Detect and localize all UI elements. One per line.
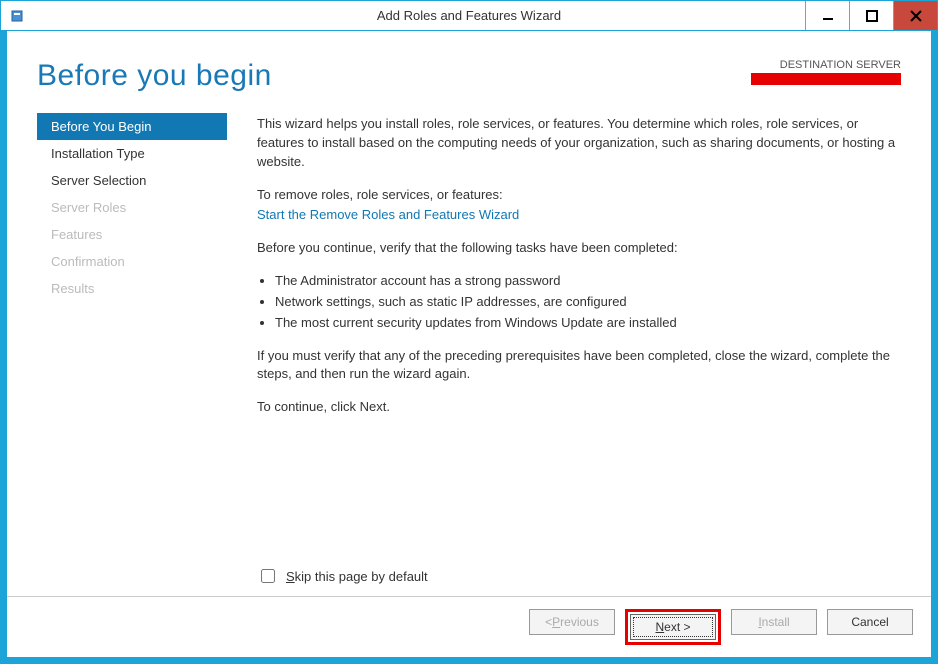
install-button: Install	[731, 609, 817, 635]
skip-row: Skip this page by default	[7, 566, 931, 596]
nav-before-you-begin[interactable]: Before You Begin	[37, 113, 227, 140]
remove-wizard-link[interactable]: Start the Remove Roles and Features Wiza…	[257, 207, 519, 222]
if-you-must-text: If you must verify that any of the prece…	[257, 347, 901, 385]
previous-button: < Previous	[529, 609, 615, 635]
nav-server-selection[interactable]: Server Selection	[37, 167, 227, 194]
destination-server-label: DESTINATION SERVER	[751, 59, 901, 71]
prereq-list: The Administrator account has a strong p…	[257, 272, 901, 333]
sidebar: Before You Begin Installation Type Serve…	[37, 103, 227, 566]
next-button-highlight: Next >	[625, 609, 721, 645]
skip-checkbox[interactable]	[261, 569, 275, 583]
wizard-window: Add Roles and Features Wizard Before you…	[0, 0, 938, 664]
nav-results: Results	[37, 275, 227, 302]
content: This wizard helps you install roles, rol…	[227, 103, 901, 566]
app-icon	[9, 8, 25, 24]
destination-server-name-redacted	[751, 73, 901, 85]
minimize-button[interactable]	[805, 1, 849, 30]
window-title: Add Roles and Features Wizard	[1, 8, 937, 23]
nav-installation-type[interactable]: Installation Type	[37, 140, 227, 167]
to-continue-text: To continue, click Next.	[257, 398, 901, 417]
window-body: Before you begin DESTINATION SERVER Befo…	[1, 31, 937, 663]
intro-text: This wizard helps you install roles, rol…	[257, 115, 901, 172]
maximize-button[interactable]	[849, 1, 893, 30]
close-button[interactable]	[893, 1, 937, 30]
prereq-item: The Administrator account has a strong p…	[275, 272, 901, 291]
nav-features: Features	[37, 221, 227, 248]
header: Before you begin DESTINATION SERVER	[7, 31, 931, 103]
prereq-item: Network settings, such as static IP addr…	[275, 293, 901, 312]
verify-lead: Before you continue, verify that the fol…	[257, 239, 901, 258]
destination-server: DESTINATION SERVER	[751, 59, 901, 85]
window-controls	[805, 1, 937, 30]
cancel-button[interactable]: Cancel	[827, 609, 913, 635]
prereq-item: The most current security updates from W…	[275, 314, 901, 333]
nav-confirmation: Confirmation	[37, 248, 227, 275]
next-button[interactable]: Next >	[630, 614, 716, 640]
page-heading: Before you begin	[37, 59, 272, 93]
footer: < Previous Next > Install Cancel	[7, 596, 931, 657]
nav-server-roles: Server Roles	[37, 194, 227, 221]
skip-label: Skip this page by default	[286, 569, 428, 584]
titlebar: Add Roles and Features Wizard	[1, 1, 937, 31]
remove-lead: To remove roles, role services, or featu…	[257, 186, 901, 205]
body: Before You Begin Installation Type Serve…	[7, 103, 931, 566]
